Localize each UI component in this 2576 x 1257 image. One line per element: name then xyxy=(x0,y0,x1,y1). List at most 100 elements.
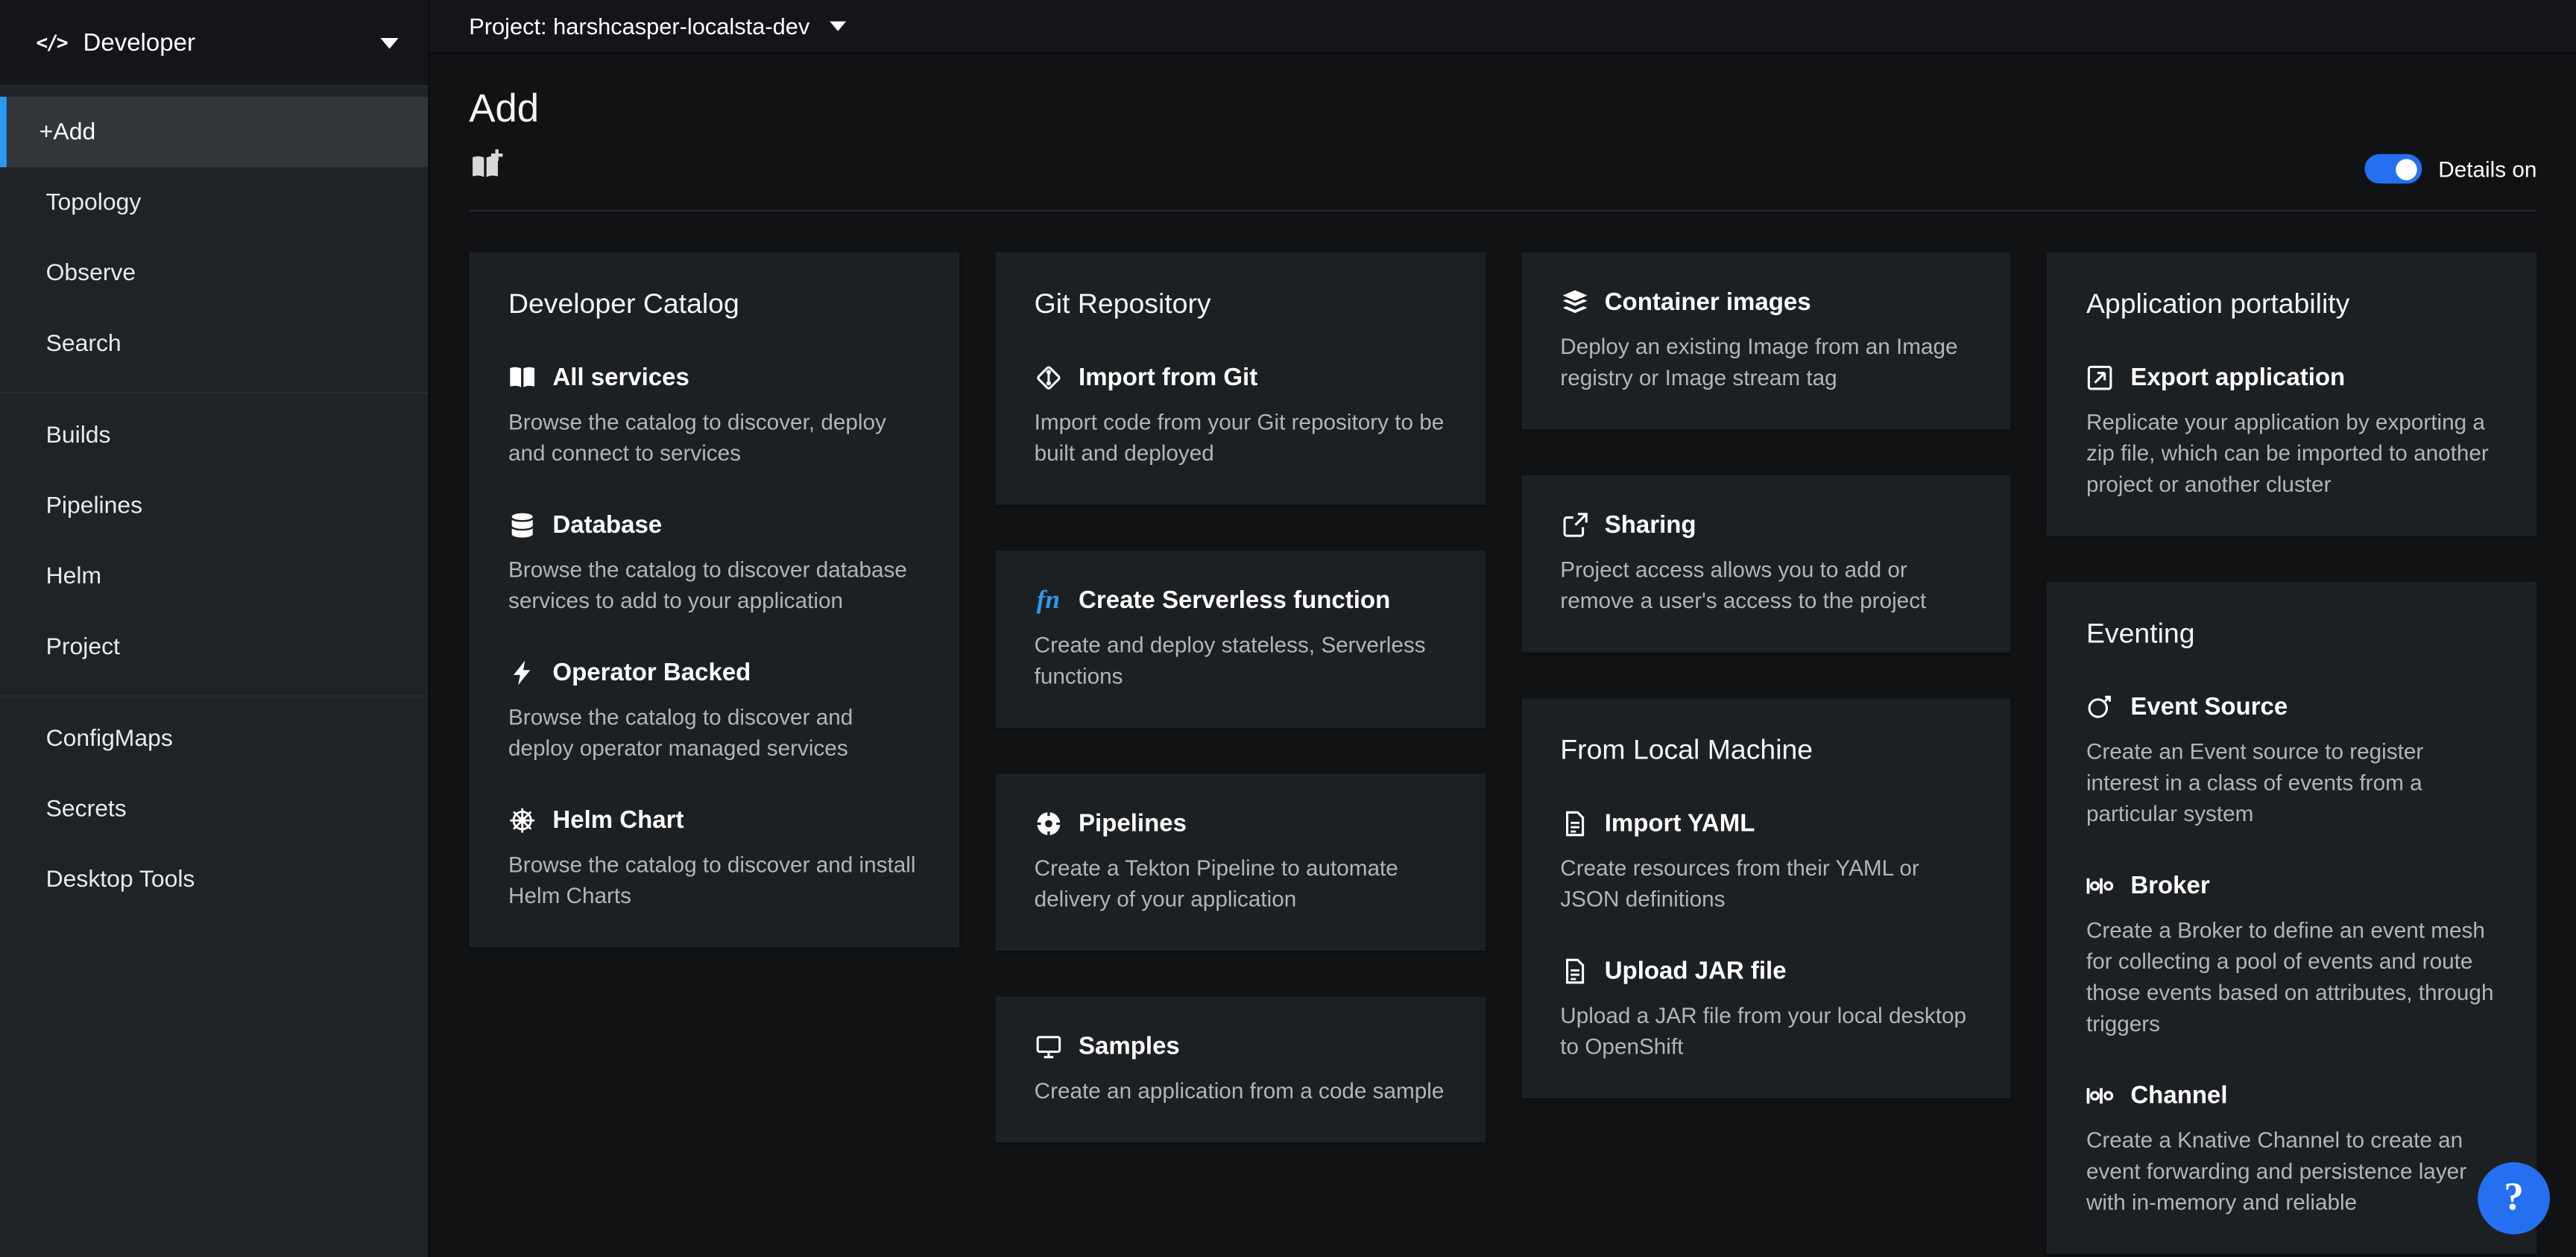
item-head: Database xyxy=(508,511,920,539)
sidebar-item-label: Helm xyxy=(46,563,101,589)
card-title: Eventing xyxy=(2086,618,2498,650)
card-title: From Local Machine xyxy=(1560,735,1972,767)
add-item-samples[interactable]: Samples Create an application from a cod… xyxy=(1035,1033,1446,1106)
item-title: All services xyxy=(552,364,689,391)
share-icon xyxy=(1560,511,1588,539)
item-title: Database xyxy=(552,511,662,539)
sidebar-item-label: ConfigMaps xyxy=(46,726,173,752)
item-title: Container images xyxy=(1605,288,1811,316)
add-item-helm-chart[interactable]: Helm Chart Browse the catalog to discove… xyxy=(508,806,920,911)
item-title: Event Source xyxy=(2130,694,2288,721)
card-column-4: Application portability Export applicati… xyxy=(2047,253,2536,1254)
add-item-broker[interactable]: Broker Create a Broker to define an even… xyxy=(2086,872,2498,1039)
item-head: Container images xyxy=(1560,288,1972,316)
developer-code-icon: </> xyxy=(36,31,66,54)
event-source-icon xyxy=(2086,694,2114,721)
card-pipelines: Pipelines Create a Tekton Pipeline to au… xyxy=(995,773,1485,951)
item-description: Browse the catalog to discover and deplo… xyxy=(508,702,920,764)
add-item-event-source[interactable]: Event Source Create an Event source to r… xyxy=(2086,694,2498,830)
sidebar-item-builds[interactable]: Builds xyxy=(0,400,428,471)
sidebar-item-search[interactable]: Search xyxy=(0,308,428,379)
page-title: Add xyxy=(469,87,539,133)
sidebar-item-label: +Add xyxy=(40,119,95,145)
item-title: Import from Git xyxy=(1079,364,1257,391)
item-head: Import from Git xyxy=(1035,364,1446,391)
details-toggle-label: Details on xyxy=(2438,156,2536,181)
add-item-operator-backed[interactable]: Operator Backed Browse the catalog to di… xyxy=(508,659,920,764)
item-head: Helm Chart xyxy=(508,806,920,834)
sidebar-item-label: Secrets xyxy=(46,796,127,822)
add-cards-grid: Developer Catalog All services Browse th… xyxy=(469,212,2536,1254)
add-item-container-images[interactable]: Container images Deploy an existing Imag… xyxy=(1560,288,1972,393)
item-title: Pipelines xyxy=(1079,810,1187,838)
project-bar: Project: harshcasper-localsta-dev xyxy=(429,0,2576,54)
item-description: Create resources from their YAML or JSON… xyxy=(1560,852,1972,915)
sidebar-item-helm[interactable]: Helm xyxy=(0,541,428,612)
sidebar: </> Developer +Add Topology Observe Sear… xyxy=(0,0,429,1257)
item-head: All services xyxy=(508,364,920,391)
details-toggle: Details on xyxy=(2364,154,2536,184)
database-icon xyxy=(508,511,536,539)
item-description: Upload a JAR file from your local deskto… xyxy=(1560,1000,1972,1063)
card-title: Git Repository xyxy=(1035,288,1446,321)
add-item-pipelines[interactable]: Pipelines Create a Tekton Pipeline to au… xyxy=(1035,810,1446,915)
openshift-console: </> Developer +Add Topology Observe Sear… xyxy=(0,0,2576,1257)
add-item-database[interactable]: Database Browse the catalog to discover … xyxy=(508,511,920,616)
sidebar-item-pipelines[interactable]: Pipelines xyxy=(0,470,428,541)
item-head: Event Source xyxy=(2086,694,2498,721)
add-item-export-application[interactable]: Export application Replicate your applic… xyxy=(2086,364,2498,500)
item-title: Export application xyxy=(2130,364,2345,391)
main-area: Project: harshcasper-localsta-dev Add xyxy=(429,0,2576,1257)
item-description: Create a Broker to define an event mesh … xyxy=(2086,915,2498,1039)
card-from-local-machine: From Local Machine Import YAML Create re… xyxy=(1521,698,2011,1098)
helm-icon xyxy=(508,806,536,834)
sidebar-item-desktop-tools[interactable]: Desktop Tools xyxy=(0,844,428,915)
layers-icon xyxy=(1560,288,1588,316)
export-icon xyxy=(2086,364,2114,391)
sidebar-item-observe[interactable]: Observe xyxy=(0,238,428,308)
add-page: Add Details on De xyxy=(429,54,2576,1257)
card-developer-catalog: Developer Catalog All services Browse th… xyxy=(469,253,959,948)
item-head: Pipelines xyxy=(1035,810,1446,838)
add-item-upload-jar-file[interactable]: Upload JAR file Upload a JAR file from y… xyxy=(1560,957,1972,1063)
card-git-repository: Git Repository Import from Git Import co… xyxy=(995,253,1485,505)
add-item-all-services[interactable]: All services Browse the catalog to disco… xyxy=(508,364,920,469)
sidebar-item-add[interactable]: +Add xyxy=(0,97,428,168)
sidebar-item-label: Desktop Tools xyxy=(46,867,195,893)
item-description: Create an Event source to register inter… xyxy=(2086,736,2498,829)
item-head: fn Create Serverless function xyxy=(1035,587,1446,615)
help-button[interactable]: ? xyxy=(2478,1162,2550,1235)
item-description: Create a Tekton Pipeline to automate del… xyxy=(1035,852,1446,915)
perspective-switcher[interactable]: </> Developer xyxy=(0,0,428,87)
book-icon xyxy=(508,364,536,391)
switch-knob xyxy=(2396,158,2418,180)
item-description: Browse the catalog to discover, deploy a… xyxy=(508,407,920,469)
sidebar-item-secrets[interactable]: Secrets xyxy=(0,773,428,844)
broker-icon xyxy=(2086,872,2114,899)
project-selector[interactable]: Project: harshcasper-localsta-dev xyxy=(469,13,845,39)
sidebar-item-label: Project xyxy=(46,633,120,659)
add-item-create-serverless-function[interactable]: fn Create Serverless function Create and… xyxy=(1035,587,1446,692)
sidebar-item-configmaps[interactable]: ConfigMaps xyxy=(0,703,428,774)
catalog-plus-icon[interactable] xyxy=(469,149,505,182)
file-icon xyxy=(1560,810,1588,838)
pipelines-icon xyxy=(1035,810,1062,838)
add-item-import-from-git[interactable]: Import from Git Import code from your Gi… xyxy=(1035,364,1446,469)
add-item-channel[interactable]: Channel Create a Knative Channel to crea… xyxy=(2086,1082,2498,1218)
sidebar-item-topology[interactable]: Topology xyxy=(0,167,428,238)
card-title: Developer Catalog xyxy=(508,288,920,321)
serverless-fn-icon: fn xyxy=(1035,587,1062,615)
item-title: Samples xyxy=(1079,1033,1180,1060)
add-item-sharing[interactable]: Sharing Project access allows you to add… xyxy=(1560,511,1972,616)
sidebar-item-project[interactable]: Project xyxy=(0,612,428,683)
item-head: Upload JAR file xyxy=(1560,957,1972,985)
sidebar-item-label: Observe xyxy=(46,260,136,286)
project-selector-label: Project: harshcasper-localsta-dev xyxy=(469,13,809,39)
chevron-down-icon xyxy=(380,37,398,48)
nav-group-config: ConfigMaps Secrets Desktop Tools xyxy=(0,695,428,922)
item-description: Import code from your Git repository to … xyxy=(1035,407,1446,469)
details-switch[interactable] xyxy=(2364,154,2422,184)
add-item-import-yaml[interactable]: Import YAML Create resources from their … xyxy=(1560,810,1972,915)
item-description: Create and deploy stateless, Serverless … xyxy=(1035,630,1446,692)
card-eventing: Eventing Event Source Create an Event so… xyxy=(2047,582,2536,1254)
